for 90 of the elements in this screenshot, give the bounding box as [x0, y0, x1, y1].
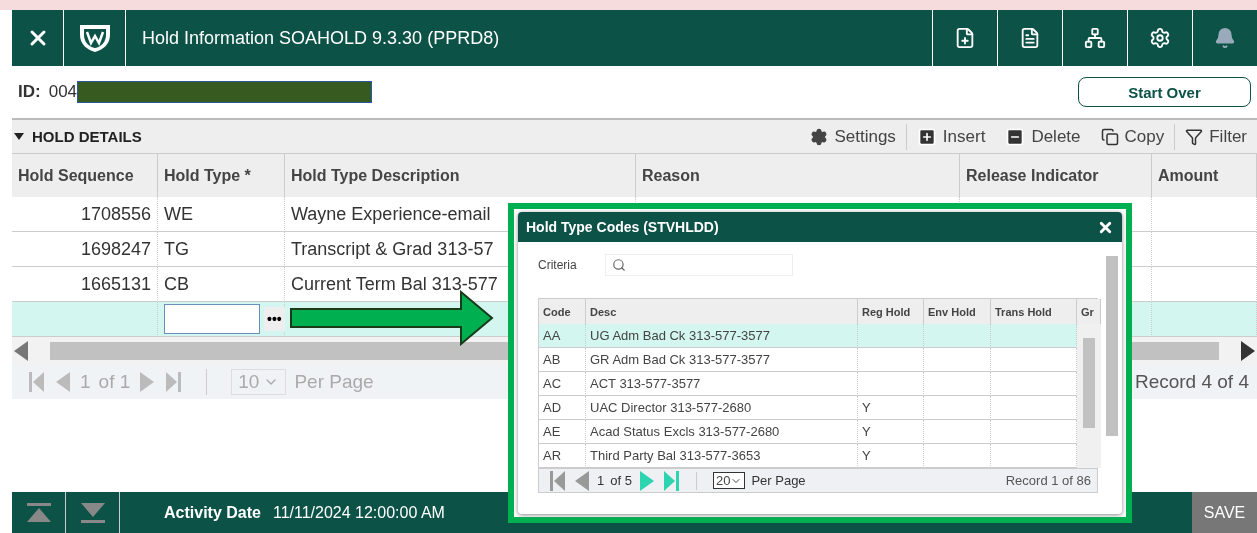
hold-type-input[interactable]	[164, 304, 260, 334]
per-page-label: Per Page	[294, 371, 374, 393]
page-count: of 5	[610, 473, 632, 488]
next-page-button[interactable]	[637, 469, 656, 492]
add-document-icon	[954, 27, 976, 49]
scrollbar-thumb[interactable]	[1106, 256, 1118, 436]
previous-page-button[interactable]	[54, 371, 72, 393]
minus-square-icon	[1005, 126, 1026, 147]
column-header: Hold Sequence	[12, 154, 158, 197]
column-header: Amount	[1152, 154, 1257, 197]
activity-date-label: Activity Date	[164, 503, 261, 522]
criteria-search-field[interactable]	[604, 254, 793, 276]
first-page-icon	[28, 371, 46, 393]
table-cell: WE	[158, 197, 285, 232]
per-page-select[interactable]: 20	[712, 472, 746, 489]
record-count: Record 1 of 86	[1005, 473, 1091, 488]
window-title: Hold Information SOAHOLD 9.3.30 (PPRD8)	[141, 27, 501, 49]
table-cell: Third Party Bal 313-577-3653	[586, 444, 858, 468]
table-cell: CB	[158, 267, 285, 302]
toolbar-button[interactable]: Filter	[1174, 123, 1257, 150]
table-cell: GR Adm Bad Ck 313-577-3577	[586, 348, 858, 372]
plus-square-icon	[916, 126, 937, 147]
page-number: 1	[597, 473, 605, 488]
table-cell: TG	[158, 232, 285, 267]
per-page-label: Per Page	[751, 473, 806, 488]
code-row[interactable]: AB	[539, 348, 586, 372]
table-cell: UAC Director 313-577-2680	[586, 396, 858, 420]
code-row[interactable]: AR	[539, 444, 586, 468]
gear-icon	[810, 127, 829, 146]
caret-icon	[14, 132, 24, 141]
settings-icon	[1149, 27, 1171, 49]
previous-icon	[573, 469, 591, 492]
top-arrow-icon	[25, 502, 52, 523]
toolbar-button[interactable]: Settings	[800, 123, 906, 150]
first-page-icon	[549, 469, 567, 492]
table-cell: Acad Status Excls 313-577-2680	[586, 420, 858, 444]
table-cell: Y	[858, 420, 924, 444]
more-button[interactable]: •••	[264, 307, 285, 331]
column-header: Trans Hold	[991, 299, 1077, 324]
table-cell: ACT 313-577-3577	[586, 372, 858, 396]
search-icon	[611, 258, 626, 272]
table-cell: Y	[858, 444, 924, 468]
bell-icon	[1214, 27, 1236, 49]
column-header: Hold Type Description	[285, 154, 636, 197]
page-number: 1	[80, 371, 91, 393]
previous-icon	[54, 371, 72, 393]
table-cell: 1708556	[12, 197, 158, 232]
last-page-icon	[164, 371, 183, 393]
code-row[interactable]: AE	[539, 420, 586, 444]
record-count: Record 4 of 4	[1134, 371, 1249, 393]
column-header: Desc	[586, 299, 858, 324]
toolbar-button[interactable]: Copy	[1090, 123, 1175, 150]
first-page-button[interactable]	[549, 469, 567, 492]
table-cell: 1665131	[12, 267, 158, 302]
column-header: Env Hold	[924, 299, 991, 324]
column-header: Gr	[1077, 299, 1101, 324]
scroll-right-icon	[1239, 340, 1257, 362]
scroll-left-icon	[12, 340, 30, 362]
previous-page-button[interactable]	[573, 469, 591, 492]
section-toggle[interactable]: HOLD DETAILS	[12, 127, 148, 146]
table-cell: UG Adm Bad Ck 313-577-3577	[586, 324, 858, 348]
column-header: Release Indicator	[960, 154, 1152, 197]
first-page-button[interactable]	[28, 371, 46, 393]
code-row[interactable]: AD	[539, 396, 586, 420]
table-cell: Y	[858, 396, 924, 420]
next-icon	[637, 469, 656, 492]
start-over-button[interactable]: Start Over	[1078, 77, 1251, 107]
last-page-icon	[661, 469, 680, 492]
bottom-arrow-icon	[79, 502, 106, 523]
code-row[interactable]: AA	[539, 324, 586, 348]
page-count: of 1	[98, 371, 131, 393]
last-page-button[interactable]	[164, 371, 183, 393]
hierarchy-icon	[1084, 27, 1106, 49]
filter-icon	[1185, 127, 1204, 146]
column-header: Code	[539, 299, 586, 324]
last-page-button[interactable]	[661, 469, 680, 492]
code-row[interactable]: AC	[539, 372, 586, 396]
save-button[interactable]: SAVE	[1192, 492, 1257, 533]
activity-date-value: 11/11/2024 12:00:00 AM	[272, 503, 445, 522]
column-header: Reason	[636, 154, 960, 197]
id-label: ID:	[18, 82, 41, 102]
table-cell: 1698247	[12, 232, 158, 267]
id-value: 004	[48, 82, 78, 102]
scrollbar-thumb[interactable]	[1083, 338, 1095, 428]
copy-icon	[1100, 127, 1119, 146]
document-icon	[1019, 27, 1041, 49]
toolbar-button[interactable]: Insert	[905, 123, 996, 150]
column-header: Hold Type *	[158, 154, 285, 197]
toolbar-button[interactable]: Delete	[995, 123, 1091, 150]
column-header: Reg Hold	[858, 299, 924, 324]
